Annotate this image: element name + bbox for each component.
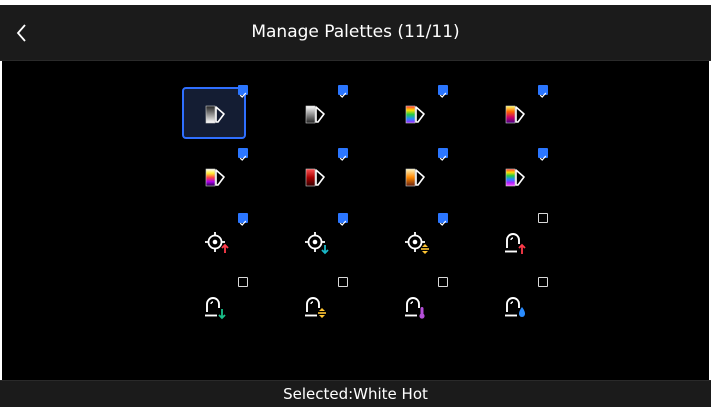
checkmark-icon xyxy=(539,92,547,98)
checkmark-icon xyxy=(539,155,547,161)
checkmark-icon xyxy=(339,220,347,226)
checkbox-checked[interactable] xyxy=(438,213,448,226)
alarm-humidity-icon xyxy=(505,297,525,317)
alarm-range-icon xyxy=(305,297,326,318)
palette-black-hot-icon xyxy=(305,105,325,124)
palette-option[interactable] xyxy=(382,279,446,331)
palette-rainbow-hc-icon xyxy=(505,168,525,187)
palette-rainbow-icon xyxy=(405,105,425,124)
checkmark-icon xyxy=(339,92,347,98)
alarm-cold-icon xyxy=(205,297,226,320)
target-range-icon xyxy=(405,232,429,254)
alarm-isotherm-icon xyxy=(405,297,425,319)
checkmark-icon xyxy=(439,220,447,226)
palette-option[interactable] xyxy=(382,87,446,139)
selected-value: White Hot xyxy=(353,385,428,403)
checkmark-icon xyxy=(239,92,247,98)
checkbox-checked[interactable] xyxy=(438,148,448,161)
checkbox-checked[interactable] xyxy=(538,85,548,98)
palette-option[interactable] xyxy=(182,279,246,331)
checkbox-checked[interactable] xyxy=(338,148,348,161)
palette-option[interactable] xyxy=(182,150,246,202)
checkmark-icon xyxy=(239,220,247,226)
palette-option[interactable] xyxy=(282,150,346,202)
checkbox-unchecked[interactable] xyxy=(238,277,248,287)
palette-sepia-icon xyxy=(405,168,425,187)
palette-option[interactable] xyxy=(382,150,446,202)
palette-option[interactable] xyxy=(482,150,546,202)
checkbox-unchecked[interactable] xyxy=(538,277,548,287)
checkbox-checked[interactable] xyxy=(238,85,248,98)
checkmark-icon xyxy=(439,155,447,161)
palette-option[interactable] xyxy=(182,87,246,139)
selected-label: Selected: xyxy=(283,385,354,403)
palette-white-hot-icon xyxy=(205,105,225,124)
checkmark-icon xyxy=(339,155,347,161)
palette-option[interactable] xyxy=(382,215,446,267)
checkbox-unchecked[interactable] xyxy=(338,277,348,287)
checkbox-checked[interactable] xyxy=(238,213,248,226)
checkmark-icon xyxy=(239,155,247,161)
palette-option[interactable] xyxy=(482,87,546,139)
checkbox-unchecked[interactable] xyxy=(438,277,448,287)
checkbox-checked[interactable] xyxy=(538,148,548,161)
palette-option[interactable] xyxy=(282,215,346,267)
palette-option[interactable] xyxy=(282,279,346,331)
palette-option[interactable] xyxy=(282,87,346,139)
palette-red-hot-icon xyxy=(305,168,325,187)
selected-status: Selected:White Hot xyxy=(0,380,711,407)
palette-option[interactable] xyxy=(182,215,246,267)
checkmark-icon xyxy=(439,92,447,98)
checkbox-checked[interactable] xyxy=(338,213,348,226)
alarm-hot-icon xyxy=(505,233,526,254)
target-hot-icon xyxy=(205,232,229,253)
palette-option[interactable] xyxy=(482,279,546,331)
palette-option[interactable] xyxy=(482,215,546,267)
palette-grid xyxy=(0,0,711,380)
palette-lava-icon xyxy=(205,168,225,187)
checkbox-unchecked[interactable] xyxy=(538,213,548,223)
target-cold-icon xyxy=(305,232,329,255)
palette-ironbow-icon xyxy=(505,105,525,124)
checkbox-checked[interactable] xyxy=(338,85,348,98)
checkbox-checked[interactable] xyxy=(438,85,448,98)
checkbox-checked[interactable] xyxy=(238,148,248,161)
